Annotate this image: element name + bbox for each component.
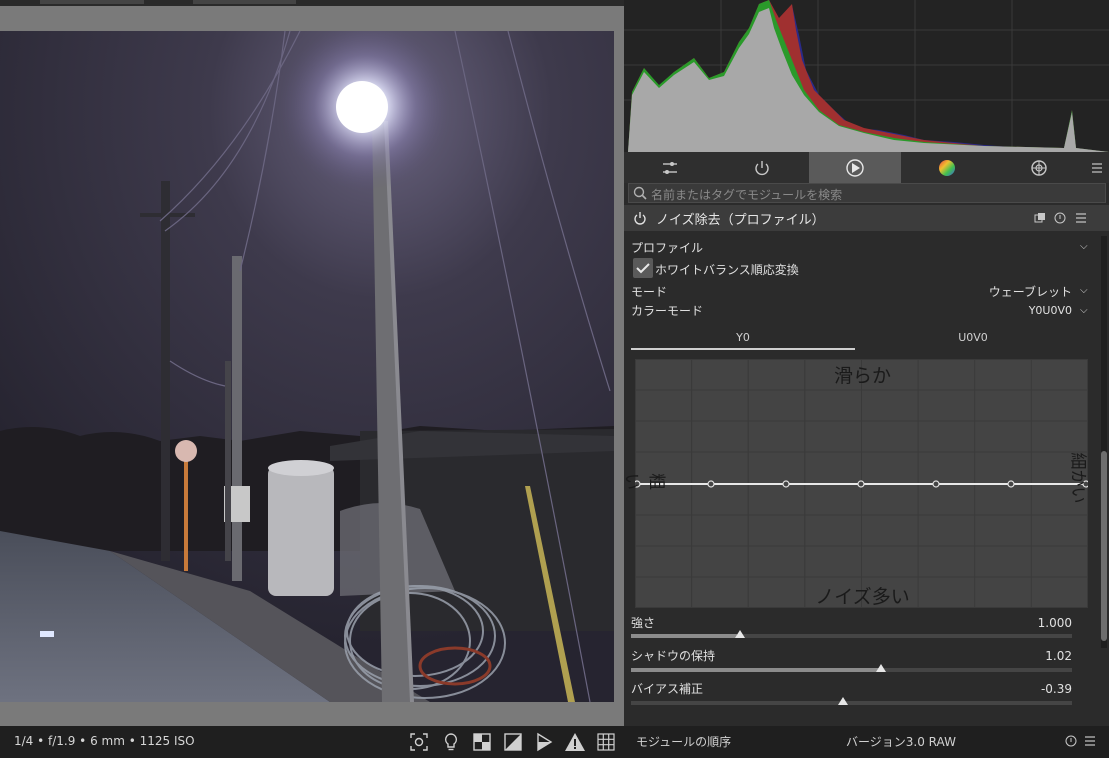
curve-node xyxy=(782,480,790,488)
presets-menu-icon[interactable] xyxy=(1075,212,1087,224)
module-order-label[interactable]: モジュールの順序 xyxy=(636,733,731,750)
color-ball-icon xyxy=(939,159,955,176)
bias-correction-slider-knob[interactable] xyxy=(838,697,848,705)
effects-icon xyxy=(1031,159,1047,176)
overexposed-warning-icon[interactable] xyxy=(564,731,586,753)
filmstrip-top-strip xyxy=(0,0,624,6)
wb-adapt-label[interactable]: ホワイトバランス順応変換 xyxy=(655,261,799,278)
tab-y0-underline xyxy=(631,348,855,350)
module-header[interactable]: ノイズ除去（プロファイル） xyxy=(624,205,1109,231)
order-presets-menu-icon[interactable] xyxy=(1084,735,1096,747)
curve-node xyxy=(1007,480,1015,488)
curve-node xyxy=(932,480,940,488)
strength-slider[interactable] xyxy=(631,634,1072,638)
reset-order-icon[interactable] xyxy=(1065,735,1077,747)
guides-grid-icon[interactable] xyxy=(595,731,617,753)
exif-info: 1/4 • f/1.9 • 6 mm • 1125 ISO xyxy=(14,734,195,748)
effects-modules-tab[interactable] xyxy=(993,152,1085,183)
curve-bottom-label: ノイズ多い xyxy=(815,586,910,608)
reset-icon[interactable] xyxy=(1054,212,1066,224)
module-panel-scrollbar[interactable] xyxy=(1101,236,1107,648)
shadow-preserve-slider-knob[interactable] xyxy=(876,664,886,672)
module-power-icon[interactable] xyxy=(633,211,647,225)
color-modules-tab[interactable] xyxy=(901,152,993,183)
tab-y0[interactable]: Y0 xyxy=(631,327,855,349)
gamut-check-icon[interactable] xyxy=(533,731,555,753)
profile-dropdown-chevron-icon[interactable]: ⌵ xyxy=(1080,241,1088,252)
noise-curve-editor[interactable]: 滑らか ノイズ多い 粗い 細かい xyxy=(621,359,1088,608)
module-group-tabs xyxy=(624,152,1109,183)
curve-left-label: 粗い xyxy=(621,473,666,490)
strength-label: 強さ xyxy=(631,616,656,630)
mode-value[interactable]: ウェーブレット xyxy=(950,283,1072,300)
color-mode-dropdown-chevron-icon[interactable]: ⌵ xyxy=(1080,305,1088,316)
mode-label: モード xyxy=(631,285,668,299)
profile-label: プロファイル xyxy=(631,241,704,255)
wb-adapt-checkbox[interactable] xyxy=(633,258,653,278)
focus-peaking-icon[interactable] xyxy=(408,731,430,753)
color-assessment-icon[interactable] xyxy=(471,731,493,753)
bulb-icon[interactable] xyxy=(440,731,462,753)
power-icon xyxy=(755,160,769,175)
bias-correction-value[interactable]: -0.39 xyxy=(990,682,1072,696)
quick-access-tab[interactable] xyxy=(624,152,716,183)
shadow-preserve-label: シャドウの保持 xyxy=(631,649,716,663)
strength-slider-knob[interactable] xyxy=(735,630,745,638)
bias-correction-label: バイアス補正 xyxy=(631,682,704,696)
strength-value[interactable]: 1.000 xyxy=(990,616,1072,630)
shadow-preserve-value[interactable]: 1.02 xyxy=(990,649,1072,663)
photo-preview[interactable] xyxy=(0,31,614,702)
mode-dropdown-chevron-icon[interactable]: ⌵ xyxy=(1080,285,1088,296)
curve-node xyxy=(857,480,865,488)
tabs-menu-icon[interactable] xyxy=(1085,152,1109,183)
version-label: バージョン3.0 RAW xyxy=(846,735,956,749)
bias-correction-slider[interactable] xyxy=(631,701,1072,705)
module-search-input[interactable]: 名前またはタグでモジュールを検索 xyxy=(628,183,1106,203)
module-title: ノイズ除去（プロファイル） xyxy=(656,213,825,228)
correct-modules-tab[interactable] xyxy=(809,152,901,183)
active-modules-tab[interactable] xyxy=(716,152,808,183)
checkmark-icon xyxy=(636,263,650,274)
curve-top-label: 滑らか xyxy=(833,365,891,387)
curve-right-label: 細かい xyxy=(1067,452,1088,504)
shadow-preserve-slider[interactable] xyxy=(631,668,1072,672)
sliders-icon xyxy=(663,161,677,174)
module-bottom-bar: モジュールの順序 バージョン3.0 RAW xyxy=(624,726,1109,758)
scrollbar-thumb[interactable] xyxy=(1101,451,1107,641)
curve-node xyxy=(707,480,715,488)
softproof-icon[interactable] xyxy=(502,731,524,753)
search-icon xyxy=(633,186,647,200)
tab-u0v0[interactable]: U0V0 xyxy=(861,327,1085,349)
color-mode-label: カラーモード xyxy=(631,304,704,318)
correct-icon xyxy=(846,158,864,177)
search-placeholder: 名前またはタグでモジュールを検索 xyxy=(651,188,843,202)
color-mode-value[interactable]: Y0U0V0 xyxy=(950,304,1072,317)
multi-instance-icon[interactable] xyxy=(1034,212,1046,224)
histogram xyxy=(624,0,1109,152)
